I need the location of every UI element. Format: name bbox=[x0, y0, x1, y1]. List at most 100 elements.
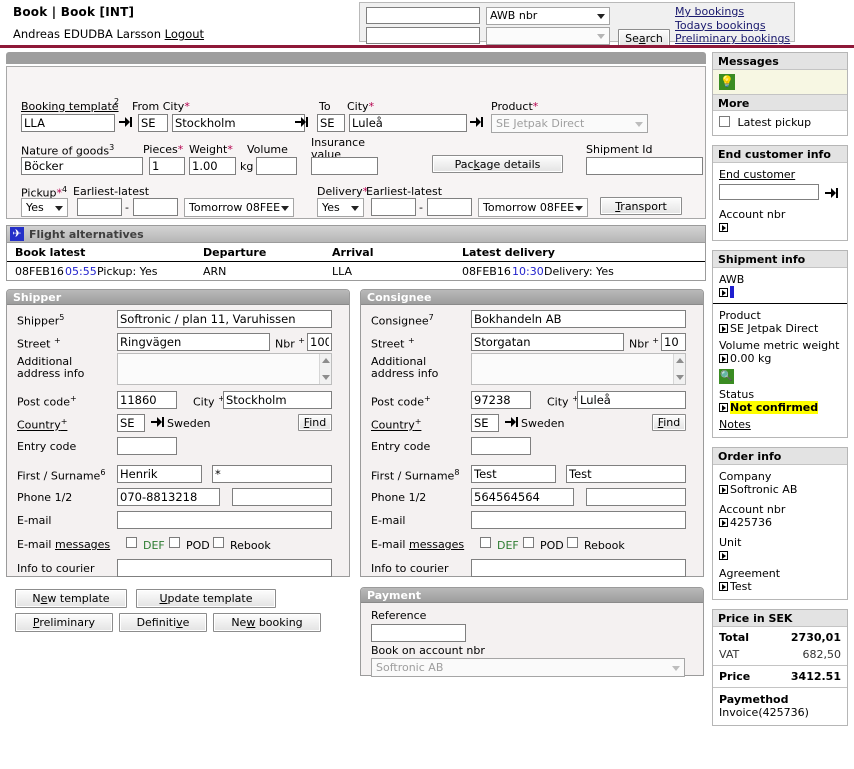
definitive-button[interactable]: Definitive bbox=[119, 613, 207, 632]
from-city-input[interactable] bbox=[172, 114, 305, 132]
pieces-input[interactable] bbox=[149, 157, 185, 175]
end-customer-input[interactable] bbox=[719, 184, 819, 200]
search-type-select[interactable]: AWB nbr bbox=[486, 7, 610, 25]
delivery-day-select[interactable]: Tomorrow 08FEE bbox=[478, 198, 588, 217]
from-country-input[interactable] bbox=[138, 114, 168, 132]
booking-template-input[interactable] bbox=[21, 114, 115, 132]
search-input-1[interactable] bbox=[366, 7, 480, 24]
booking-template-go-icon[interactable] bbox=[119, 115, 133, 131]
consignee-nbr-input[interactable] bbox=[661, 333, 686, 351]
expand-icon[interactable] bbox=[719, 581, 728, 591]
consignee-firstname-input[interactable] bbox=[471, 465, 556, 483]
shipper-city-input[interactable] bbox=[223, 391, 332, 409]
shipper-pod-checkbox[interactable] bbox=[169, 537, 180, 550]
lightbulb-icon[interactable]: 💡 bbox=[719, 74, 735, 90]
consignee-pod-checkbox[interactable] bbox=[523, 537, 534, 550]
search-input-2[interactable] bbox=[366, 27, 480, 44]
delivery-from-input[interactable] bbox=[371, 198, 416, 216]
link-preliminary-bookings[interactable]: Preliminary bookings bbox=[675, 32, 795, 46]
expand-icon[interactable] bbox=[719, 550, 728, 560]
shipper-additional-address-textarea[interactable] bbox=[117, 353, 332, 385]
link-todays-bookings[interactable]: Todays bookings bbox=[675, 19, 795, 33]
logout-link[interactable]: Logout bbox=[165, 27, 204, 41]
booking-template-label[interactable]: Booking template bbox=[21, 100, 119, 113]
latest-pickup-checkbox[interactable] bbox=[719, 116, 730, 127]
shipper-phone2-input[interactable] bbox=[232, 488, 332, 506]
pickup-to-input[interactable] bbox=[133, 198, 178, 216]
pickup-yesno-select[interactable]: Yes bbox=[21, 198, 68, 217]
end-customer-link[interactable]: End customer bbox=[719, 168, 795, 181]
consignee-phone2-input[interactable] bbox=[586, 488, 686, 506]
consignee-phone1-input[interactable] bbox=[471, 488, 574, 506]
volume-input[interactable] bbox=[256, 157, 297, 175]
consignee-def-checkbox[interactable] bbox=[480, 537, 491, 550]
to-city-go-icon[interactable] bbox=[470, 115, 484, 131]
consignee-country-input[interactable] bbox=[471, 414, 499, 432]
expand-icon[interactable] bbox=[719, 323, 728, 333]
to-country-input[interactable] bbox=[317, 114, 345, 132]
to-city-input[interactable] bbox=[349, 114, 467, 132]
consignee-country-label[interactable]: Country+ bbox=[371, 417, 421, 432]
expand-icon[interactable] bbox=[719, 222, 728, 232]
consignee-name-input[interactable] bbox=[471, 310, 686, 328]
weight-input[interactable] bbox=[189, 157, 236, 175]
table-row[interactable]: 08FEB16 05:55 Pickup: Yes ARN LLA 08FEB1… bbox=[7, 262, 705, 280]
update-template-button[interactable]: Update template bbox=[136, 589, 276, 608]
shipper-email-input[interactable] bbox=[117, 511, 332, 529]
scrollbar[interactable] bbox=[673, 354, 685, 384]
notes-link[interactable]: Notes bbox=[719, 418, 751, 431]
payment-reference-input[interactable] bbox=[371, 624, 466, 642]
consignee-postcode-input[interactable] bbox=[471, 391, 531, 409]
consignee-city-input[interactable] bbox=[577, 391, 686, 409]
delivery-to-input[interactable] bbox=[427, 198, 472, 216]
delivery-yesno-select[interactable]: Yes bbox=[317, 198, 364, 217]
shipper-firstname-input[interactable] bbox=[117, 465, 202, 483]
from-city-go-icon[interactable] bbox=[295, 115, 309, 131]
shipper-street-input[interactable] bbox=[117, 333, 270, 351]
nature-of-goods-input[interactable] bbox=[21, 157, 143, 175]
pickup-from-input[interactable] bbox=[77, 198, 122, 216]
expand-icon[interactable] bbox=[719, 402, 728, 412]
consignee-entry-code-input[interactable] bbox=[471, 437, 531, 455]
consignee-email-input[interactable] bbox=[471, 511, 686, 529]
product-select[interactable]: SE Jetpak Direct bbox=[491, 114, 648, 133]
shipper-country-label[interactable]: Country+ bbox=[17, 417, 67, 432]
shipper-phone1-input[interactable] bbox=[117, 488, 220, 506]
consignee-rebook-checkbox[interactable] bbox=[567, 537, 578, 550]
shipper-surname-input[interactable] bbox=[212, 465, 332, 483]
shipper-country-input[interactable] bbox=[117, 414, 145, 432]
shipper-info-courier-input[interactable] bbox=[117, 559, 332, 577]
search-type2-select[interactable] bbox=[486, 27, 610, 45]
shipper-rebook-checkbox[interactable] bbox=[213, 537, 224, 550]
new-booking-button[interactable]: New booking bbox=[213, 613, 321, 632]
expand-icon[interactable] bbox=[719, 287, 728, 297]
shipper-nbr-input[interactable] bbox=[307, 333, 332, 351]
shipper-entry-code-input[interactable] bbox=[117, 437, 177, 455]
consignee-street-input[interactable] bbox=[471, 333, 624, 351]
shipper-country-go-icon[interactable] bbox=[151, 415, 165, 431]
shipment-id-input[interactable] bbox=[586, 157, 703, 175]
new-template-button[interactable]: New template bbox=[15, 589, 127, 608]
consignee-find-button[interactable]: Find bbox=[652, 414, 686, 431]
scrollbar[interactable] bbox=[319, 354, 331, 384]
shipper-name-input[interactable] bbox=[117, 310, 332, 328]
package-details-button[interactable]: Package details bbox=[432, 155, 563, 173]
shipper-def-checkbox[interactable] bbox=[126, 537, 137, 550]
magnifier-icon[interactable]: 🔍 bbox=[719, 368, 734, 384]
end-customer-go-icon[interactable] bbox=[824, 186, 839, 202]
shipper-find-button[interactable]: Find bbox=[298, 414, 332, 431]
expand-icon[interactable] bbox=[719, 517, 728, 527]
expand-icon[interactable] bbox=[719, 484, 728, 494]
link-my-bookings[interactable]: My bookings bbox=[675, 5, 795, 19]
consignee-surname-input[interactable] bbox=[566, 465, 686, 483]
transport-button[interactable]: Transport bbox=[600, 197, 682, 215]
consignee-info-courier-input[interactable] bbox=[471, 559, 686, 577]
consignee-additional-address-textarea[interactable] bbox=[471, 353, 686, 385]
consignee-country-go-icon[interactable] bbox=[505, 415, 519, 431]
insurance-value-input[interactable] bbox=[311, 157, 378, 175]
payment-account-select[interactable]: Softronic AB bbox=[371, 658, 685, 677]
shipper-postcode-input[interactable] bbox=[117, 391, 177, 409]
preliminary-button[interactable]: Preliminary bbox=[15, 613, 113, 632]
expand-icon[interactable] bbox=[719, 353, 728, 363]
pickup-day-select[interactable]: Tomorrow 08FEE bbox=[184, 198, 294, 217]
